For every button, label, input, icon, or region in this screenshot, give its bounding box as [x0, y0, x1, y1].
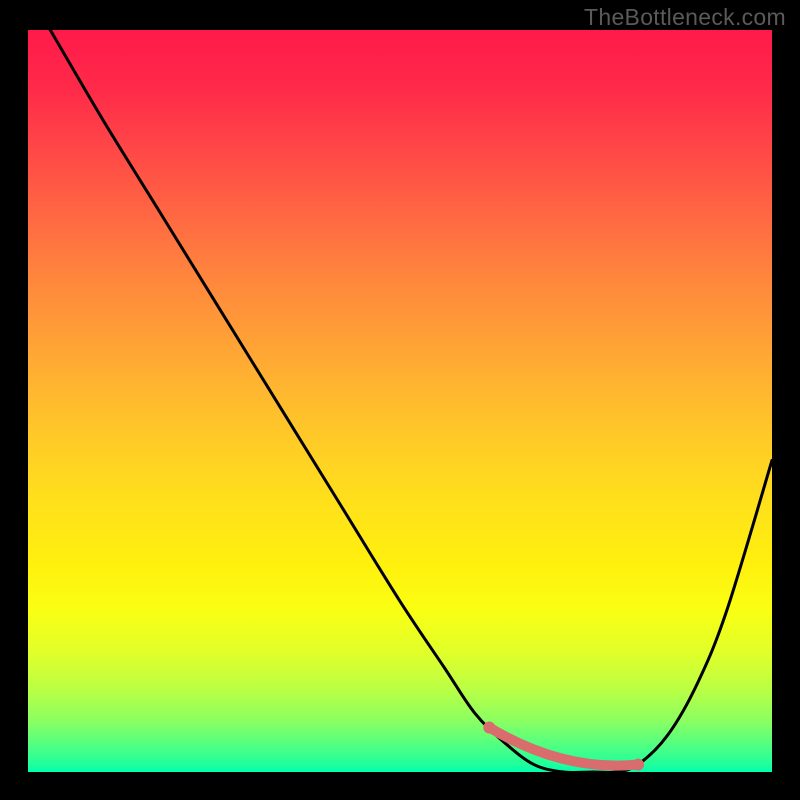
bottleneck-curve	[50, 30, 772, 772]
highlight-dot-left	[483, 721, 495, 733]
attribution-watermark: TheBottleneck.com	[584, 4, 786, 31]
highlight-segment	[489, 727, 638, 765]
highlight-dot-right	[632, 759, 644, 771]
chart-svg	[28, 30, 772, 772]
chart-plot-area	[28, 30, 772, 772]
